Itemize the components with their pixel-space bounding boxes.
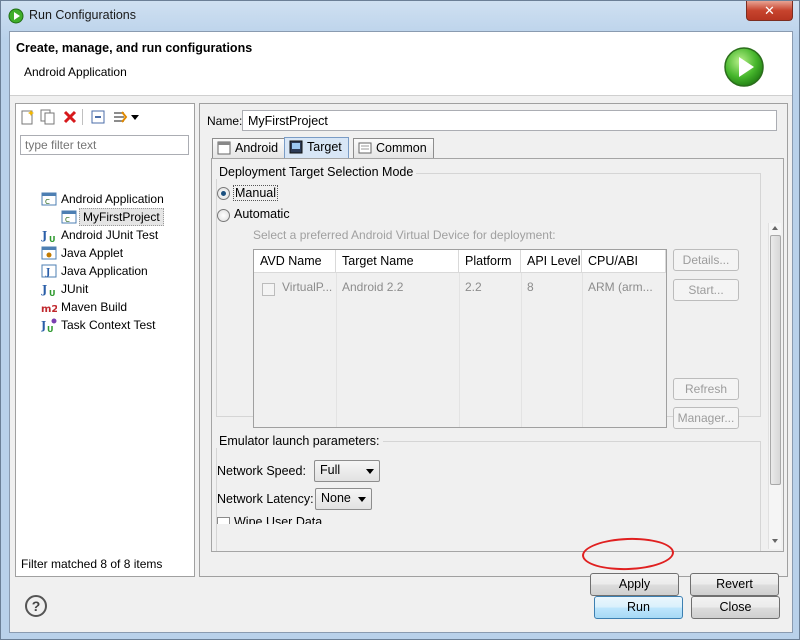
configuration-name-field[interactable] <box>242 110 777 131</box>
svg-text:C: C <box>45 198 50 206</box>
manual-radio[interactable] <box>217 187 230 200</box>
applet-icon <box>41 246 57 260</box>
column-header-platform[interactable]: Platform <box>459 250 521 273</box>
network-latency-select[interactable]: None <box>315 488 372 510</box>
configuration-list-pane: C Android Application C MyFirstProject J… <box>15 103 195 577</box>
avd-cpu-cell: ARM (arm... <box>588 280 653 294</box>
avd-table: AVD Name Target Name Platform API Level … <box>253 249 667 428</box>
column-divider <box>582 273 583 427</box>
window-title: Run Configurations <box>29 8 137 22</box>
target-tab-icon <box>289 140 303 154</box>
svg-text:J: J <box>41 283 47 296</box>
target-tab-content: Deployment Target Selection Mode Manual … <box>211 158 784 552</box>
avd-details-button[interactable]: Details... <box>673 249 739 271</box>
column-divider <box>459 273 460 427</box>
avd-target-cell: Android 2.2 <box>342 280 404 294</box>
java-app-icon: J <box>41 264 57 278</box>
revert-button[interactable]: Revert <box>690 573 779 596</box>
junit-icon: JU <box>41 283 56 297</box>
automatic-radio[interactable] <box>217 209 230 222</box>
avd-hint-text: Select a preferred Android Virtual Devic… <box>253 228 556 242</box>
svg-text:U: U <box>47 325 54 333</box>
common-tab-icon <box>358 142 372 154</box>
svg-text:m2: m2 <box>41 304 57 315</box>
junit-icon: JU <box>41 229 56 243</box>
scrollbar-thumb[interactable] <box>770 235 781 485</box>
new-configuration-icon[interactable] <box>20 109 36 125</box>
close-button[interactable]: Close <box>691 596 780 619</box>
svg-text:C: C <box>65 216 70 224</box>
configuration-editor-pane: Name: Android Target Common Deployment T… <box>199 103 788 596</box>
android-app-icon: C <box>41 192 57 206</box>
column-header-avd-name[interactable]: AVD Name <box>254 250 336 273</box>
chevron-down-icon <box>358 497 366 502</box>
column-divider <box>336 273 337 427</box>
chevron-down-icon <box>366 469 374 474</box>
m2-icon: m2 <box>41 304 57 315</box>
svg-text:J: J <box>41 229 47 242</box>
svg-text:U: U <box>49 289 56 297</box>
task-context-icon: JU <box>41 318 57 333</box>
tab-target[interactable]: Target <box>284 137 349 158</box>
column-divider <box>521 273 522 427</box>
svg-text:U: U <box>49 235 56 243</box>
tab-content-scrollbar[interactable] <box>768 223 781 549</box>
eclipse-run-icon <box>8 8 24 24</box>
network-latency-label: Network Latency: <box>217 492 314 506</box>
tab-common[interactable]: Common <box>353 138 434 158</box>
avd-manager-button[interactable]: Manager... <box>673 407 739 429</box>
help-icon[interactable]: ? <box>25 595 47 617</box>
deployment-group-title: Deployment Target Selection Mode <box>216 165 417 179</box>
emulator-group-title: Emulator launch parameters: <box>216 434 383 448</box>
android-tab-icon <box>217 141 231 155</box>
column-header-target-name[interactable]: Target Name <box>336 250 459 273</box>
toolbar-separator <box>82 109 83 125</box>
column-header-cpu-abi[interactable]: CPU/ABI <box>582 250 666 273</box>
scroll-up-arrow-icon[interactable] <box>772 226 778 230</box>
name-label: Name: <box>207 114 243 128</box>
banner-title: Create, manage, and run configurations <box>16 41 253 55</box>
svg-text:J: J <box>41 319 46 332</box>
avd-row-checkbox[interactable] <box>262 283 275 296</box>
manual-radio-label[interactable]: Manual <box>233 185 278 201</box>
svg-text:J: J <box>45 268 50 278</box>
avd-start-button[interactable]: Start... <box>673 279 739 301</box>
banner-subtitle: Android Application <box>24 65 127 79</box>
run-large-icon <box>724 47 764 87</box>
avd-api-cell: 8 <box>527 280 534 294</box>
network-speed-select[interactable]: Full <box>314 460 380 482</box>
header-banner: Create, manage, and run configurations A… <box>10 32 792 96</box>
avd-platform-cell: 2.2 <box>465 280 482 294</box>
automatic-radio-label[interactable]: Automatic <box>234 207 290 221</box>
run-configurations-window: Run Configurations ✕ Create, manage, and… <box>0 0 800 640</box>
duplicate-icon[interactable] <box>40 109 56 125</box>
avd-refresh-button[interactable]: Refresh <box>673 378 739 400</box>
wipe-user-data-checkbox[interactable] <box>217 517 230 524</box>
wipe-user-data-row: Wipe User Data <box>212 515 762 524</box>
dialog-client-area: Create, manage, and run configurations A… <box>9 31 793 633</box>
network-speed-label: Network Speed: <box>217 464 306 478</box>
filter-input[interactable] <box>20 135 189 155</box>
filter-menu-chevron-icon[interactable] <box>130 109 140 125</box>
scroll-down-arrow-icon[interactable] <box>772 539 778 543</box>
delete-icon[interactable] <box>62 109 78 125</box>
run-button[interactable]: Run <box>594 596 683 619</box>
tab-android[interactable]: Android <box>212 138 286 158</box>
collapse-all-icon[interactable] <box>90 109 106 125</box>
window-close-button[interactable]: ✕ <box>746 1 793 21</box>
android-app-icon: C <box>61 210 77 224</box>
wipe-user-data-label: Wipe User Data <box>234 515 323 524</box>
column-header-api-level[interactable]: API Level <box>521 250 582 273</box>
filter-status-text: Filter matched 8 of 8 items <box>21 557 163 571</box>
apply-button[interactable]: Apply <box>590 573 679 596</box>
title-bar[interactable]: Run Configurations ✕ <box>1 1 799 31</box>
filter-icon[interactable] <box>112 109 128 125</box>
avd-name-cell: VirtualP... <box>282 280 333 294</box>
